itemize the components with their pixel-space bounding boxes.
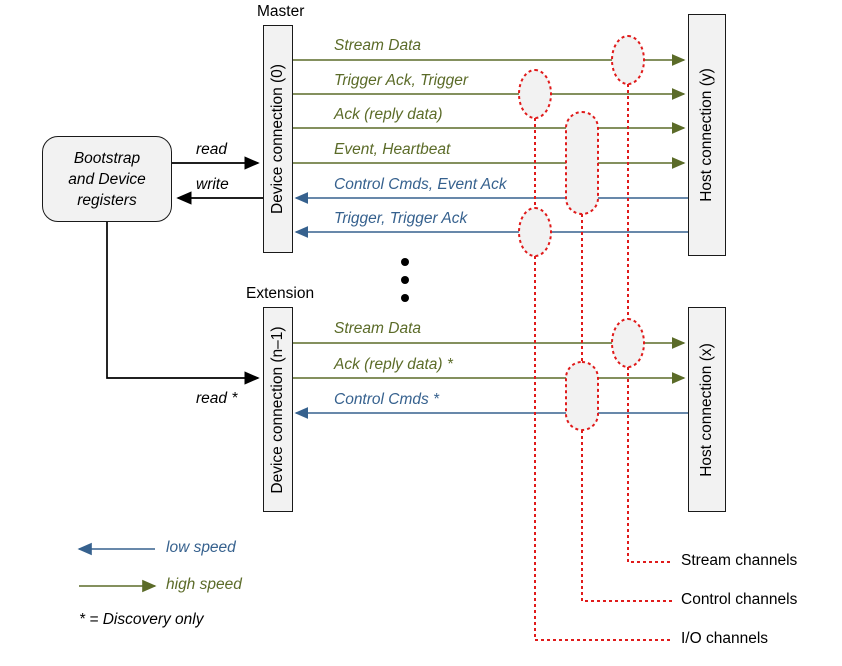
flow-label-trigger-trigger-ack: Trigger, Trigger Ack (334, 210, 468, 227)
flow-label-control-cmds-event-ack: Control Cmds, Event Ack (334, 176, 507, 193)
flow-label-read-discovery: read * (196, 390, 238, 407)
io-marker-trigger (518, 207, 552, 257)
flow-label-event-heartbeat: Event, Heartbeat (334, 141, 451, 158)
io-marker-trigger-ack (518, 69, 552, 119)
flow-label-write: write (196, 176, 229, 193)
device-connection-master-label: Device connection (0) (269, 64, 286, 214)
channel-legend-io: I/O channels (681, 630, 769, 647)
host-connection-x-label: Host connection (x) (698, 342, 715, 477)
flow-label-trigger-ack-trigger: Trigger Ack, Trigger (334, 72, 469, 89)
bootstrap-registers-box[interactable]: Bootstrap and Device registers (42, 136, 172, 222)
legend-footnote-discovery: * = Discovery only (79, 611, 204, 628)
bootstrap-line-3: registers (77, 191, 137, 209)
control-marker-master (565, 111, 599, 215)
legend-label-high-speed: high speed (166, 576, 242, 593)
stream-marker-extension (611, 318, 645, 368)
legend-label-low-speed: low speed (166, 539, 236, 556)
extension-caption: Extension (246, 285, 315, 302)
channel-legend-control: Control channels (681, 591, 798, 608)
flow-label-stream-data-master: Stream Data (334, 37, 422, 54)
bootstrap-registers-label: Bootstrap and Device registers (68, 148, 146, 211)
flow-label-control-cmds-extension: Control Cmds * (334, 391, 440, 408)
continuation-dots (401, 258, 409, 302)
flow-label-stream-data-extension: Stream Data (334, 320, 422, 337)
host-connection-x-box[interactable]: Host connection (x) (688, 307, 726, 512)
diagram-canvas: Master Device connection (0) Extension D… (0, 0, 842, 666)
device-connection-extension-box[interactable]: Device connection (n–1) (263, 307, 293, 512)
flow-label-read: read (196, 141, 228, 158)
control-marker-extension (565, 361, 599, 431)
bootstrap-line-1: Bootstrap (73, 149, 141, 167)
channel-legend-stream: Stream channels (681, 552, 798, 569)
host-connection-y-label: Host connection (y) (698, 68, 715, 202)
device-connection-extension-label: Device connection (n–1) (269, 325, 286, 494)
flow-label-ack-reply-data-extension: Ack (reply data) * (334, 356, 453, 373)
device-connection-master-box[interactable]: Device connection (0) (263, 25, 293, 253)
master-caption: Master (257, 3, 305, 20)
host-connection-y-box[interactable]: Host connection (y) (688, 14, 726, 256)
channel-legend-leaders (534, 84, 672, 641)
flow-label-ack-reply-data-master: Ack (reply data) (334, 106, 443, 123)
bootstrap-line-2: and Device (68, 170, 146, 188)
stream-marker-master (611, 35, 645, 85)
